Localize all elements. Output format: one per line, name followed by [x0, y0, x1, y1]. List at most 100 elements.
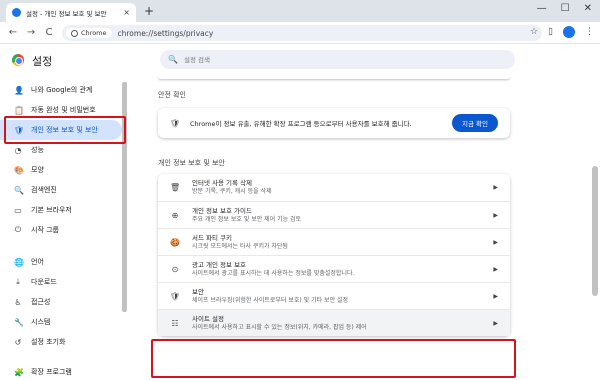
puzzle-icon: 🧩 — [14, 367, 24, 377]
chevron-right-icon: ▶ — [493, 292, 498, 300]
row-title: 광고 개인 정보 보호 — [192, 260, 247, 269]
check-now-button[interactable]: 지금 확인 — [452, 114, 498, 132]
chevron-right-icon: ▶ — [493, 184, 498, 191]
browser-toolbar: ← → C Chrome chrome://settings/privacy ☆… — [0, 22, 600, 44]
sidebar-item-browser[interactable]: ▭ 기본 브라우저 — [0, 200, 122, 220]
chip-label: Chrome — [81, 29, 107, 37]
reload-button[interactable]: C — [40, 27, 58, 38]
row-texts: 개인 정보 보호 가이드 주요 개인 정보 보호 및 보안 제어 기능 검토 — [192, 207, 481, 224]
sidebar-item-accessibility[interactable]: ♿ 접근성 — [0, 292, 122, 312]
sidebar-item-label: 언어 — [31, 258, 44, 266]
sidebar-item-globe[interactable]: 🌐 언어 — [0, 252, 122, 272]
trash-icon: 🗑 — [170, 183, 181, 192]
browser-icon: ▭ — [14, 205, 22, 215]
cookie-icon: 🍪 — [170, 237, 180, 247]
sidebar-item-person[interactable]: 👤 나와 Google의 관계 — [0, 80, 122, 100]
sidebar-item-palette[interactable]: 🎨 모양 — [0, 160, 122, 180]
site-info-chip[interactable]: Chrome — [66, 28, 112, 38]
row-subtitle: 방문 기록, 쿠키, 캐시 등을 삭제 — [192, 188, 272, 195]
chrome-icon — [71, 29, 78, 37]
privacy-row-guide[interactable]: ⊕ 개인 정보 보호 가이드 주요 개인 정보 보호 및 보안 제어 기능 검토 ▶ — [158, 201, 510, 228]
row-subtitle: 세이프 브라우징(위험한 사이트로부터 보호) 및 기타 보안 설정 — [192, 296, 349, 304]
avatar[interactable] — [563, 26, 575, 38]
wrench-icon: 🔧 — [14, 317, 24, 327]
sidebar-item-history[interactable]: ↺ 설정 초기화 — [0, 332, 122, 352]
speedometer-icon: ◔ — [14, 145, 22, 155]
sidebar-item-label: 다운로드 — [31, 278, 57, 286]
chevron-right-icon: ▶ — [493, 265, 498, 273]
tab-settings[interactable]: 설정 - 개인 정보 보호 및 보안 × — [6, 3, 136, 22]
row-subtitle: 사이트에서 광고를 표시하는 데 사용하는 정보를 맞춤설정합니다. — [192, 269, 355, 277]
accessibility-icon: ♿ — [14, 297, 22, 307]
chevron-right-icon: ▶ — [493, 238, 498, 246]
ad-privacy-icon: ⊙ — [171, 264, 179, 274]
row-title: 인터넷 사용 기록 삭제 — [192, 179, 253, 187]
menu-icon[interactable]: ⋮ — [585, 27, 594, 37]
sidebar-item-power[interactable]: ⏻ 시작 그룹 — [0, 220, 122, 240]
person-icon: 👤 — [14, 85, 24, 95]
privacy-row-trash[interactable]: 🗑 인터넷 사용 기록 삭제 방문 기록, 쿠키, 캐시 등을 삭제 ▶ — [158, 174, 510, 201]
safety-check-card: 🛡 Chrome이 정보 유출, 유해한 확장 프로그램 등으로부터 사용자를 … — [158, 108, 510, 138]
privacy-row-cookie[interactable]: 🍪 서드 파티 쿠키 시크릿 모드에서는 타사 쿠키가 차단됨 ▶ — [158, 228, 510, 255]
row-texts: 보안 세이프 브라우징(위험한 사이트로부터 보호) 및 기타 보안 설정 — [192, 288, 481, 305]
chevron-right-icon: ▶ — [493, 319, 498, 327]
sidebar-item-label: 성능 — [31, 146, 44, 154]
toolbar-actions: ☆ ▯ ⋮ — [530, 26, 594, 38]
sidebar-item-label: 접근성 — [31, 298, 51, 306]
power-icon: ⏻ — [14, 225, 22, 234]
sidebar-item-download[interactable]: ⤓ 다운로드 — [0, 272, 122, 292]
gear-icon — [12, 8, 21, 17]
clipboard-icon: 📋 — [14, 105, 24, 115]
chevron-right-icon: ▶ — [493, 211, 498, 219]
sidebar-item-puzzle[interactable]: 🧩 확장 프로그램 — [0, 362, 122, 380]
tune-icon: ☷ — [171, 318, 179, 328]
forward-button[interactable]: → — [22, 27, 40, 38]
sidebar-item-label: 시작 그룹 — [31, 226, 59, 234]
main-content: 안전 확인 🛡 Chrome이 정보 유출, 유해한 확장 프로그램 등으로부터… — [130, 76, 600, 380]
sidebar-item-label: 시스템 — [31, 318, 51, 326]
safety-check-title: 안전 확인 — [158, 91, 186, 99]
sidebar-item-wrench[interactable]: 🔧 시스템 — [0, 312, 122, 332]
main-scrollbar[interactable] — [592, 166, 598, 296]
new-tab-button[interactable]: + — [144, 3, 154, 19]
chrome-logo-icon — [12, 54, 24, 66]
row-title: 개인 정보 보호 가이드 — [192, 206, 253, 215]
row-texts: 인터넷 사용 기록 삭제 방문 기록, 쿠키, 캐시 등을 삭제 — [192, 179, 481, 196]
row-subtitle: 주요 개인 정보 보호 및 보안 제어 기능 검토 — [192, 215, 302, 223]
sidebar-item-label: 검색엔진 — [31, 186, 57, 194]
row-title: 사이트 설정 — [192, 314, 224, 323]
previous-card-edge — [158, 76, 510, 79]
bookmark-star-icon[interactable]: ☆ — [530, 27, 538, 37]
close-window-button[interactable]: ✕ — [584, 3, 592, 14]
row-texts: 광고 개인 정보 보호 사이트에서 광고를 표시하는 데 사용하는 정보를 맞춤설… — [192, 261, 481, 278]
guide-icon: ⊕ — [171, 210, 179, 220]
close-icon[interactable]: × — [123, 8, 130, 17]
back-button[interactable]: ← — [4, 27, 22, 38]
row-title: 서드 파티 쿠키 — [192, 233, 233, 242]
globe-icon: 🌐 — [14, 257, 24, 267]
row-texts: 서드 파티 쿠키 시크릿 모드에서는 타사 쿠키가 차단됨 — [192, 234, 481, 251]
security-shield-icon: 🛡 — [170, 291, 181, 301]
sidebar-item-search[interactable]: 🔍 검색엔진 — [0, 180, 122, 200]
privacy-row-security-shield[interactable]: 🛡 보안 세이프 브라우징(위험한 사이트로부터 보호) 및 기타 보안 설정 ▶ — [158, 282, 510, 309]
side-panel-icon[interactable]: ▯ — [548, 27, 553, 37]
download-icon: ⤓ — [16, 277, 20, 286]
site-settings-highlight-box — [151, 339, 516, 378]
row-title: 보안 — [192, 287, 204, 296]
row-subtitle: 사이트에서 사용하고 표시할 수 있는 정보(위치, 카메라, 팝업 등) 제어 — [192, 323, 367, 331]
search-input[interactable] — [183, 55, 484, 64]
address-bar[interactable]: Chrome chrome://settings/privacy — [62, 25, 542, 41]
search-icon: 🔍 — [168, 55, 178, 64]
settings-search[interactable]: 🔍 — [160, 50, 515, 69]
search-icon: 🔍 — [14, 185, 24, 195]
privacy-row-ad-privacy[interactable]: ⊙ 광고 개인 정보 보호 사이트에서 광고를 표시하는 데 사용하는 정보를 맞춤… — [158, 255, 510, 282]
minimize-button[interactable]: — — [537, 3, 547, 14]
safety-check-text: Chrome이 정보 유출, 유해한 확장 프로그램 등으로부터 사용자를 보호… — [190, 120, 412, 128]
window-controls: — ☐ ✕ — [537, 3, 592, 14]
sidebar-highlight-box — [4, 116, 126, 144]
sidebar-item-label: 나와 Google의 관계 — [31, 86, 93, 94]
maximize-button[interactable]: ☐ — [561, 3, 570, 14]
privacy-row-tune[interactable]: ☷ 사이트 설정 사이트에서 사용하고 표시할 수 있는 정보(위치, 카메라, 팝… — [158, 309, 510, 336]
url-text[interactable]: chrome://settings/privacy — [118, 29, 214, 38]
palette-icon: 🎨 — [14, 165, 24, 175]
